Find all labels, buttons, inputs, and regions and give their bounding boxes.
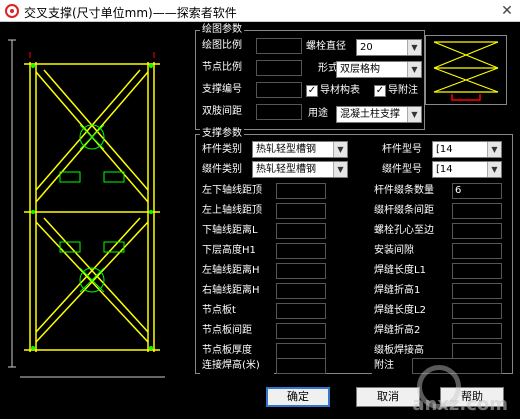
usage-value: 混凝土柱支撑 <box>340 109 400 120</box>
param-label-l6: 节点板t <box>200 303 274 319</box>
material-table-label: 导材构表 <box>320 85 360 96</box>
preview-drawing <box>433 41 499 101</box>
param-field-r0[interactable]: 6 <box>452 183 502 199</box>
draw-params-title: 绘图参数 <box>200 24 244 36</box>
material-table-checkbox[interactable]: ✓ <box>306 85 318 97</box>
close-button[interactable]: ✕ <box>498 2 516 20</box>
lacing-model-label: 缀件型号 <box>380 162 432 178</box>
window-title: 交叉支撑(尺寸单位mm)——探索者软件 <box>24 6 237 20</box>
param-field-l8[interactable] <box>276 343 326 359</box>
param-field-l9[interactable] <box>276 358 326 374</box>
member-type-value: 热轧轻型槽钢 <box>256 144 316 155</box>
form-value: 双层格构 <box>340 64 380 75</box>
chevron-down-icon: ▼ <box>333 142 347 157</box>
limb-spacing-label: 双肢间距 <box>200 104 256 120</box>
param-label-r7: 焊缝折高2 <box>372 323 448 339</box>
lacing-type-label: 缀件类别 <box>200 162 252 178</box>
ok-button[interactable]: 确定 <box>266 387 330 407</box>
lacing-type-value: 热轧轻型槽钢 <box>256 164 316 175</box>
member-type-label: 杆件类别 <box>200 142 252 158</box>
lacing-model-select[interactable]: [14 ▼ <box>432 161 502 178</box>
preview-thumbnail <box>425 35 507 105</box>
param-label-l2: 下轴线距离L <box>200 223 274 239</box>
notes-checkbox[interactable]: ✓ <box>374 85 386 97</box>
param-label-r0: 杆件缀条数量 <box>372 183 448 199</box>
param-field-l0[interactable] <box>276 183 326 199</box>
member-model-value: [14 <box>436 144 453 155</box>
param-field-r3[interactable] <box>452 243 502 259</box>
param-field-l7[interactable] <box>276 323 326 339</box>
param-field-l6[interactable] <box>276 303 326 319</box>
param-label-l7: 节点板间距 <box>200 323 274 339</box>
param-field-r6[interactable] <box>452 303 502 319</box>
param-label-r2: 螺栓孔心至边 <box>372 223 448 239</box>
param-field-l5[interactable] <box>276 283 326 299</box>
lacing-model-value: [14 <box>436 164 453 175</box>
param-field-r2[interactable] <box>452 223 502 239</box>
draw-scale-label: 绘图比例 <box>200 38 256 54</box>
param-field-r1[interactable] <box>452 203 502 219</box>
dialog-canvas: 绘图参数 绘图比例 节点比例 支撑编号 双肢间距 螺栓直径 20 ▼ 形式 双层… <box>0 22 520 419</box>
member-model-select[interactable]: [14 ▼ <box>432 141 502 158</box>
title-bar: 交叉支撑(尺寸单位mm)——探索者软件 ✕ <box>0 0 520 22</box>
param-label-l3: 下层高度H1 <box>200 243 274 259</box>
draw-scale-field[interactable] <box>256 38 302 54</box>
chevron-down-icon: ▼ <box>407 107 421 122</box>
chevron-down-icon: ▼ <box>407 62 421 77</box>
param-label-l1: 左上轴线距顶 <box>200 203 274 219</box>
param-field-r7[interactable] <box>452 323 502 339</box>
param-label-l4: 左轴线距离H <box>200 263 274 279</box>
member-model-label: 杆件型号 <box>380 142 432 158</box>
watermark-text: anxz.com <box>412 394 508 415</box>
form-select[interactable]: 双层格构 ▼ <box>336 61 422 78</box>
param-field-r4[interactable] <box>452 263 502 279</box>
param-field-l2[interactable] <box>276 223 326 239</box>
param-label-l8: 节点板厚度 <box>200 343 274 359</box>
chevron-down-icon: ▼ <box>487 162 501 177</box>
bolt-dia-select[interactable]: 20 ▼ <box>356 39 422 56</box>
support-number-label: 支撑编号 <box>200 82 256 98</box>
brace-drawing <box>8 39 165 378</box>
param-label-r3: 安装间隙 <box>372 243 448 259</box>
param-label-r5: 焊缝折高1 <box>372 283 448 299</box>
support-params-title: 支撑参数 <box>200 128 244 140</box>
bolt-dia-value: 20 <box>360 42 373 53</box>
member-type-select[interactable]: 热轧轻型槽钢 ▼ <box>252 141 348 158</box>
param-label-r6: 焊缝长度L2 <box>372 303 448 319</box>
app-icon <box>5 4 19 18</box>
notes-label: 导附注 <box>388 85 418 96</box>
param-field-r5[interactable] <box>452 283 502 299</box>
chevron-down-icon: ▼ <box>407 40 421 55</box>
watermark: anxz.com <box>366 357 516 417</box>
usage-select[interactable]: 混凝土柱支撑 ▼ <box>336 106 422 123</box>
param-label-l5: 右轴线距离H <box>200 283 274 299</box>
param-field-l3[interactable] <box>276 243 326 259</box>
bolt-dia-label: 螺栓直径 <box>304 39 354 55</box>
chevron-down-icon: ▼ <box>333 162 347 177</box>
param-label-l0: 左下轴线距顶 <box>200 183 274 199</box>
param-label-l9: 连接焊高(米) <box>200 358 274 374</box>
limb-spacing-field[interactable] <box>256 104 302 120</box>
support-number-field[interactable] <box>256 82 302 98</box>
chevron-down-icon: ▼ <box>487 142 501 157</box>
param-label-r1: 缀杆缀条间距 <box>372 203 448 219</box>
usage-label: 用途 <box>306 106 336 122</box>
lacing-type-select[interactable]: 热轧轻型槽钢 ▼ <box>252 161 348 178</box>
node-scale-field[interactable] <box>256 60 302 76</box>
param-field-l4[interactable] <box>276 263 326 279</box>
param-field-l1[interactable] <box>276 203 326 219</box>
param-label-r4: 焊缝长度L1 <box>372 263 448 279</box>
node-scale-label: 节点比例 <box>200 60 256 76</box>
